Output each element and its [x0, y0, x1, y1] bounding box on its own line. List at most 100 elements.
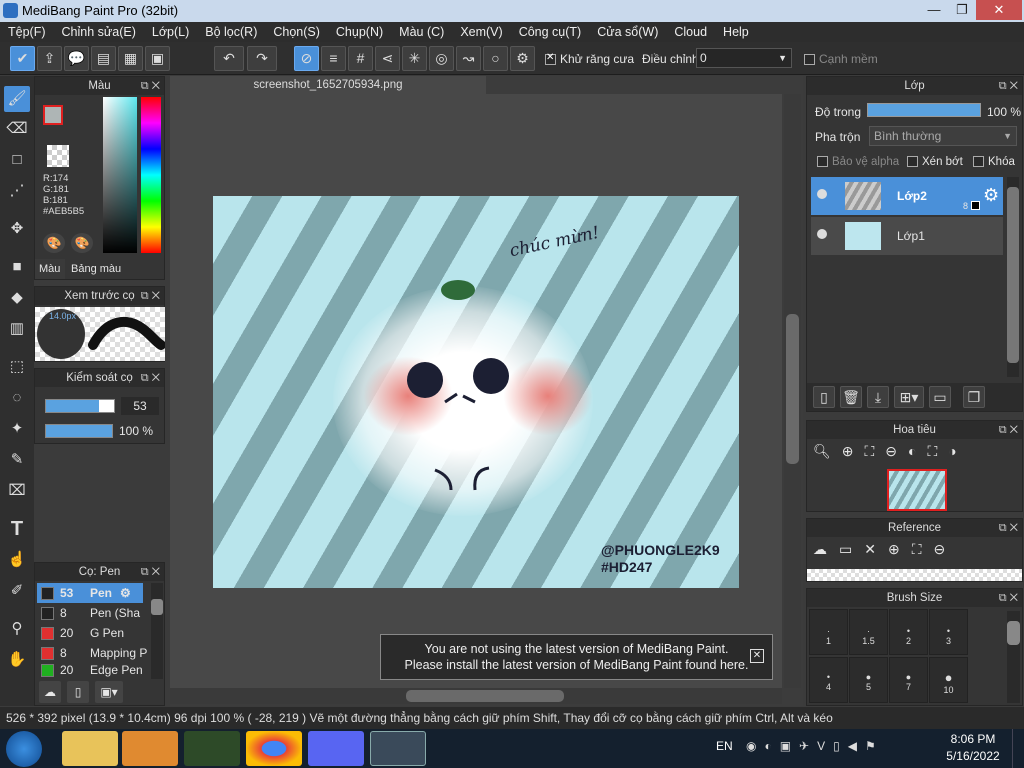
file-explorer-icon[interactable]: [62, 731, 118, 766]
snap-parallel-icon[interactable]: ≡: [321, 46, 346, 71]
menu-filter[interactable]: Bộ lọc(R): [205, 25, 257, 39]
chrome-icon[interactable]: [246, 731, 302, 766]
saturation-picker[interactable]: [103, 97, 137, 253]
snap-perspective-icon[interactable]: ⋖: [375, 46, 400, 71]
tab-palette[interactable]: Bảng màu: [69, 259, 129, 279]
size-field[interactable]: 53: [121, 397, 159, 415]
close-icon[interactable]: ⧉ ✕: [141, 369, 160, 387]
select-pen-icon[interactable]: ✎: [4, 447, 30, 473]
duplicate-layer-icon[interactable]: ❐: [963, 386, 985, 408]
maximize-button[interactable]: ❐: [948, 0, 976, 20]
snap-settings-icon[interactable]: ⚙: [510, 46, 535, 71]
vertical-scrollbar[interactable]: [784, 94, 801, 688]
brush-item[interactable]: 53 Pen ⚙: [37, 583, 143, 603]
snap-radial-icon[interactable]: ✳: [402, 46, 427, 71]
gear-icon[interactable]: ⚙: [120, 586, 131, 600]
delete-layer-icon[interactable]: 🗑: [840, 386, 862, 408]
menu-file[interactable]: Tệp(F): [8, 25, 46, 39]
select-tool-icon[interactable]: ⬚: [4, 354, 30, 380]
snap-circle-icon[interactable]: ◎: [429, 46, 454, 71]
size-slider[interactable]: [45, 399, 115, 413]
brush-size-option[interactable]: · 1: [809, 609, 848, 655]
close-icon[interactable]: ⧉ ✕: [999, 589, 1018, 607]
brush-size-option[interactable]: · 1.5: [849, 609, 888, 655]
close-icon[interactable]: ⧉ ✕: [141, 563, 160, 581]
comment-icon[interactable]: 💬: [64, 46, 89, 71]
close-icon[interactable]: ⧉ ✕: [999, 77, 1018, 95]
brush-size-option[interactable]: ● 10: [929, 657, 968, 703]
discord-icon[interactable]: [308, 731, 364, 766]
divide-tool-icon[interactable]: ✐: [4, 578, 30, 604]
snap-grid-icon[interactable]: #: [348, 46, 373, 71]
lasso-tool-icon[interactable]: ◌: [4, 385, 30, 411]
update-notice[interactable]: You are not using the latest version of …: [380, 634, 773, 680]
brush-size-option[interactable]: • 2: [889, 609, 928, 655]
folder-icon[interactable]: ▭: [929, 386, 951, 408]
reference-controls[interactable]: ☁▭✕⊕⛶⊖: [813, 541, 957, 558]
brush-item[interactable]: 8 Pen (Sha: [37, 603, 140, 623]
show-desktop-button[interactable]: [1012, 729, 1024, 768]
transparent-swatch[interactable]: [47, 145, 69, 167]
blend-select[interactable]: Bình thường ▼: [869, 126, 1017, 146]
snap-off-icon[interactable]: ⊘: [294, 46, 319, 71]
tab-color[interactable]: Màu: [35, 259, 65, 279]
close-icon[interactable]: ⧉ ✕: [999, 421, 1018, 439]
page-icon[interactable]: ▦: [118, 46, 143, 71]
brush-item[interactable]: 20 G Pen: [37, 623, 124, 643]
close-button[interactable]: ✕: [976, 0, 1022, 20]
clipping-checkbox[interactable]: [907, 156, 918, 168]
lock-checkbox[interactable]: [973, 156, 984, 168]
redo-icon[interactable]: ↷: [247, 46, 277, 71]
artwork[interactable]: chúc mừn! @PHUONGLE2K9 #HD247: [213, 196, 739, 588]
pages-icon[interactable]: ▣: [145, 46, 170, 71]
brush-size-option[interactable]: • 3: [929, 609, 968, 655]
add-layer-menu-icon[interactable]: ⊞▾: [894, 386, 924, 408]
menu-tools[interactable]: Công cụ(T): [519, 25, 582, 39]
brush-list-scrollbar[interactable]: [151, 583, 163, 679]
snap-curve-icon[interactable]: ↝: [456, 46, 481, 71]
layer-row[interactable]: Lớp2 8 ⚙: [811, 177, 1003, 215]
layer-row[interactable]: Lớp1: [811, 217, 1003, 255]
close-icon[interactable]: ⧉ ✕: [141, 77, 160, 95]
move-tool-icon[interactable]: ✥: [4, 216, 30, 242]
tray-icons[interactable]: ◉◐▣✈V▯◀⚑: [746, 739, 884, 753]
eraser-tool-icon[interactable]: ⌫: [4, 116, 30, 142]
brush-item[interactable]: 8 Mapping P: [37, 643, 147, 663]
document-tab[interactable]: screenshot_1652705934.png: [170, 76, 486, 94]
medibang-icon[interactable]: [370, 731, 426, 766]
gradient-tool-icon[interactable]: ▥: [4, 316, 30, 342]
brush-size-option[interactable]: ● 7: [889, 657, 928, 703]
menu-help[interactable]: Help: [723, 25, 749, 39]
palette-icon[interactable]: 🎨: [43, 233, 65, 253]
text-tool-icon[interactable]: T: [4, 516, 30, 542]
share-icon[interactable]: ⇪: [37, 46, 62, 71]
close-icon[interactable]: ⧉ ✕: [999, 519, 1018, 537]
language-indicator[interactable]: EN: [716, 739, 733, 753]
add-brush-icon[interactable]: ▣▾: [95, 681, 123, 703]
antialias-checkbox[interactable]: [545, 52, 556, 66]
brush-size-scrollbar[interactable]: [1007, 611, 1020, 703]
brush-size-option[interactable]: • 4: [809, 657, 848, 703]
eye-icon[interactable]: [817, 229, 827, 239]
media-player-icon[interactable]: [122, 731, 178, 766]
cloud-save-icon[interactable]: ✔: [10, 46, 35, 71]
brush-item[interactable]: 20 Edge Pen: [37, 663, 143, 677]
menu-edit[interactable]: Chỉnh sửa(E): [62, 25, 136, 39]
hue-slider[interactable]: [141, 97, 161, 253]
layer-scrollbar[interactable]: [1007, 177, 1019, 377]
eyedropper-icon[interactable]: ⚲: [4, 616, 30, 642]
menu-view[interactable]: Xem(V): [460, 25, 502, 39]
adjust-select[interactable]: 0 ▼: [696, 48, 792, 68]
palette-alt-icon[interactable]: 🎨: [71, 233, 93, 253]
hand-tool-icon[interactable]: ✋: [4, 647, 30, 673]
brush-size-option[interactable]: ● 5: [849, 657, 888, 703]
menu-color[interactable]: Màu (C): [399, 25, 444, 39]
opacity-slider[interactable]: [45, 424, 113, 438]
new-layer-icon[interactable]: ▯: [813, 386, 835, 408]
chat-icon[interactable]: ▤: [91, 46, 116, 71]
menu-select[interactable]: Chọn(S): [273, 25, 320, 39]
canvas-area[interactable]: screenshot_1652705934.png chúc mừn! @PHU…: [170, 76, 803, 706]
soft-edge-checkbox[interactable]: [804, 54, 815, 66]
rect-tool-icon[interactable]: □: [4, 147, 30, 173]
gear-icon[interactable]: ⚙: [983, 185, 999, 206]
